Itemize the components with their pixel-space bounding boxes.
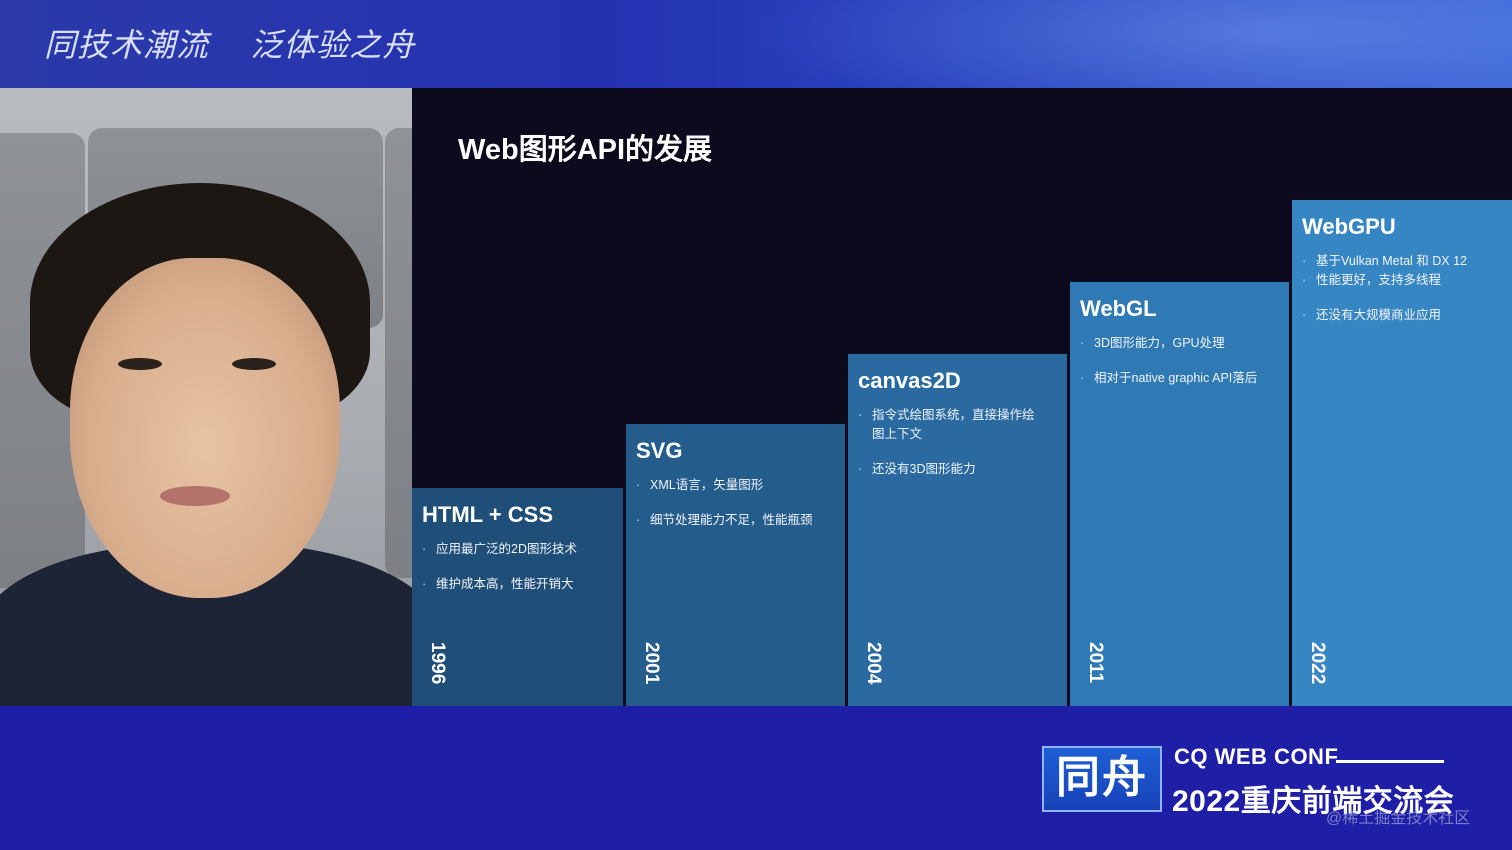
step-bullet: 相对于native graphic API落后 (1080, 369, 1279, 388)
speaker-mouth (160, 486, 230, 506)
step-bullets: 基于Vulkan Metal 和 DX 12 性能更好，支持多线程 还没有大规模… (1302, 252, 1502, 325)
watermark: @稀土掘金技术社区 (1326, 810, 1471, 827)
top-banner: 同技术潮流 泛体验之舟 (0, 0, 1512, 88)
step-webgl: WebGL 3D图形能力，GPU处理 相对于native graphic API… (1070, 282, 1289, 706)
step-year: 1996 (427, 642, 448, 685)
step-bullet: 基于Vulkan Metal 和 DX 12 (1302, 252, 1502, 271)
step-year: 2011 (1085, 642, 1106, 684)
step-bullet: 还没有大规模商业应用 (1302, 306, 1502, 325)
speaker-eye (118, 358, 162, 370)
bottom-bar: 同舟 CQ WEB CONF 2022重庆前端交流会 @稀土掘金技术社区 (0, 706, 1512, 850)
step-bullets: 应用最广泛的2D图形技术 维护成本高，性能开销大 (422, 540, 613, 594)
slide-title: Web图形API的发展 (458, 134, 713, 166)
slogan: 同技术潮流 泛体验之舟 (44, 20, 445, 66)
speaker-face (70, 258, 340, 598)
slogan-right: 泛体验之舟 (250, 26, 416, 64)
step-canvas2d: canvas2D 指令式绘图系统，直接操作绘图上下文 还没有3D图形能力 200… (848, 354, 1067, 706)
step-webgpu: WebGPU 基于Vulkan Metal 和 DX 12 性能更好，支持多线程… (1292, 200, 1512, 706)
presentation-slide: Web图形API的发展 HTML + CSS 应用最广泛的2D图形技术 维护成本… (412, 88, 1512, 706)
step-html-css: HTML + CSS 应用最广泛的2D图形技术 维护成本高，性能开销大 1996 (412, 488, 623, 706)
step-bullet: 维护成本高，性能开销大 (422, 575, 613, 594)
step-year: 2004 (863, 642, 884, 685)
step-bullet: 应用最广泛的2D图形技术 (422, 540, 613, 559)
step-title: WebGL (1080, 296, 1157, 321)
step-bullet: 细节处理能力不足，性能瓶颈 (636, 511, 835, 530)
step-title: SVG (636, 438, 683, 463)
speaker-eye (232, 358, 276, 370)
slogan-left: 同技术潮流 (44, 26, 210, 64)
step-title: HTML + CSS (422, 502, 554, 527)
step-svg: SVG XML语言，矢量图形 细节处理能力不足，性能瓶颈 2001 (626, 424, 845, 706)
speaker-video (0, 88, 412, 706)
step-title: canvas2D (858, 368, 961, 393)
divider-line (1336, 760, 1444, 763)
step-bullet: 指令式绘图系统，直接操作绘图上下文 (858, 406, 1042, 444)
step-bullet: 还没有3D图形能力 (858, 460, 1057, 479)
banner-glow (700, 0, 1512, 88)
step-year: 2022 (1307, 642, 1328, 685)
background-panel (385, 128, 412, 578)
step-bullet: 3D图形能力，GPU处理 (1080, 334, 1279, 353)
step-bullets: 3D图形能力，GPU处理 相对于native graphic API落后 (1080, 334, 1279, 388)
conference-logo: 同舟 (1042, 746, 1162, 812)
step-bullet: 性能更好，支持多线程 (1302, 271, 1502, 290)
step-bullet: XML语言，矢量图形 (636, 476, 835, 495)
step-year: 2001 (641, 642, 662, 685)
step-title: WebGPU (1302, 214, 1396, 239)
conference-name: CQ WEB CONF (1174, 744, 1339, 769)
step-bullets: XML语言，矢量图形 细节处理能力不足，性能瓶颈 (636, 476, 835, 530)
step-bullets: 指令式绘图系统，直接操作绘图上下文 还没有3D图形能力 (858, 406, 1057, 479)
